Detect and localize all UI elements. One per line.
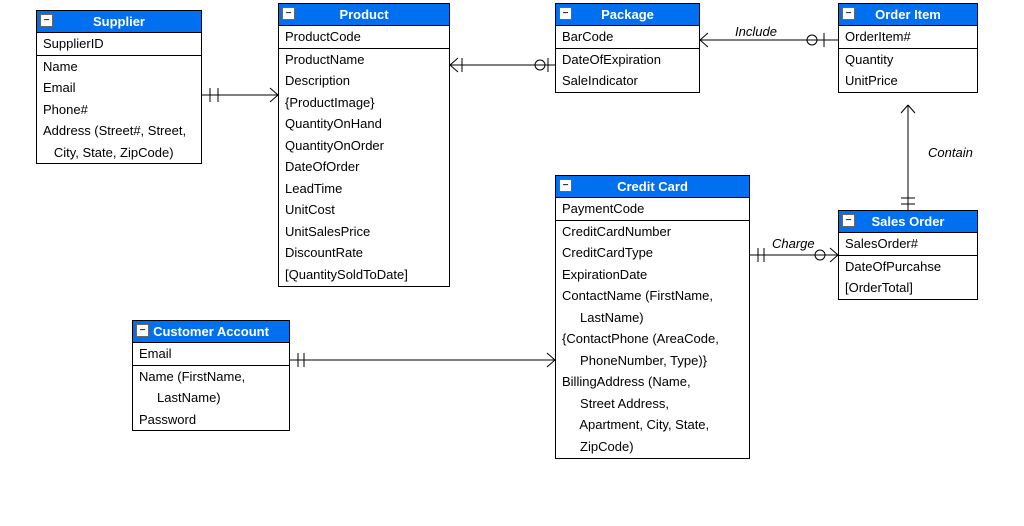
entity-header: − Sales Order [839,211,977,233]
attr: ContactName (FirstName, [556,285,749,307]
attr: DiscountRate [279,242,449,264]
entity-title: Credit Card [617,179,688,194]
attr: DateOfPurcahse [839,256,977,278]
pk-attr: ProductCode [279,26,449,48]
attr: ProductName [279,49,449,71]
attr: Apartment, City, State, [556,414,749,436]
attr: BillingAddress (Name, [556,371,749,393]
pk-attr: SupplierID [37,33,201,55]
attr: Name (FirstName, [133,366,289,388]
attr: UnitSalesPrice [279,221,449,243]
attr: Password [133,409,289,431]
entity-customer: − Customer Account Email Name (FirstName… [132,320,290,431]
collapse-icon[interactable]: − [136,324,149,337]
attr: UnitPrice [839,70,977,92]
entity-creditcard: − Credit Card PaymentCode CreditCardNumb… [555,175,750,459]
entity-header: − Product [279,4,449,26]
attr: QuantityOnHand [279,113,449,135]
attr: Phone# [37,99,201,121]
attr: LastName) [556,307,749,329]
entity-package: − Package BarCode DateOfExpiration SaleI… [555,3,700,93]
attr: ExpirationDate [556,264,749,286]
pk-attr: OrderItem# [839,26,977,48]
entity-title: Product [339,7,388,22]
attr: [QuantitySoldToDate] [279,264,449,286]
attr: Name [37,56,201,78]
entity-title: Order Item [875,7,941,22]
entity-title: Package [601,7,654,22]
attr: PhoneNumber, Type)} [556,350,749,372]
attr: Quantity [839,49,977,71]
entity-title: Supplier [93,14,145,29]
pk-attr: BarCode [556,26,699,48]
pk-attr: SalesOrder# [839,233,977,255]
entity-salesorder: − Sales Order SalesOrder# DateOfPurcahse… [838,210,978,300]
rel-contain-label: Contain [928,145,973,160]
attr: DateOfOrder [279,156,449,178]
entity-header: − Supplier [37,11,201,33]
rel-include-label: Include [735,24,777,39]
attr: CreditCardNumber [556,221,749,243]
attr: {ContactPhone (AreaCode, [556,328,749,350]
pk-attr: Email [133,343,289,365]
attr: {ProductImage} [279,92,449,114]
collapse-icon[interactable]: − [842,7,855,20]
collapse-icon[interactable]: − [559,179,572,192]
attr: ZipCode) [556,436,749,458]
collapse-icon[interactable]: − [282,7,295,20]
collapse-icon[interactable]: − [559,7,572,20]
entity-title: Sales Order [872,214,945,229]
entity-product: − Product ProductCode ProductName Descri… [278,3,450,287]
attr: UnitCost [279,199,449,221]
attr: Email [37,77,201,99]
attr: CreditCardType [556,242,749,264]
attr: Street Address, [556,393,749,415]
attr: DateOfExpiration [556,49,699,71]
entity-title: Customer Account [153,324,269,339]
attr: Address (Street#, Street, [37,120,201,142]
attr: City, State, ZipCode) [37,142,201,164]
entity-orderitem: − Order Item OrderItem# Quantity UnitPri… [838,3,978,93]
entity-header: − Package [556,4,699,26]
attr: LeadTime [279,178,449,200]
attr: SaleIndicator [556,70,699,92]
pk-attr: PaymentCode [556,198,749,220]
entity-header: − Order Item [839,4,977,26]
attr: Description [279,70,449,92]
collapse-icon[interactable]: − [40,14,53,27]
collapse-icon[interactable]: − [842,214,855,227]
attr: QuantityOnOrder [279,135,449,157]
rel-charge-label: Charge [772,236,815,251]
attr: [OrderTotal] [839,277,977,299]
entity-header: − Customer Account [133,321,289,343]
entity-header: − Credit Card [556,176,749,198]
entity-supplier: − Supplier SupplierID Name Email Phone# … [36,10,202,164]
attr: LastName) [133,387,289,409]
